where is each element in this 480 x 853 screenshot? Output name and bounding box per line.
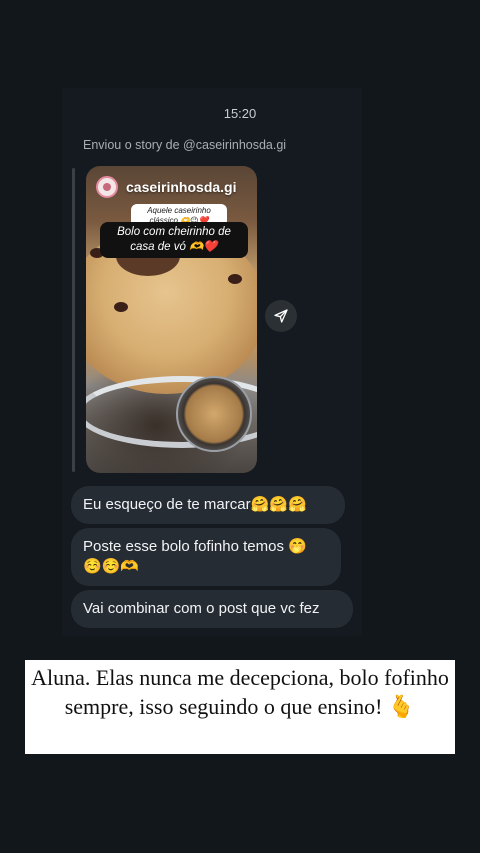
share-button[interactable] [265,300,297,332]
message-timestamp: 15:20 [223,106,257,121]
message-text: Poste esse bolo fofinho temos 🤭 ☺️☺️🫶 [83,538,307,575]
raisin [228,274,242,284]
shared-story-card[interactable]: caseirinhosda.gi Aquele caseirinho cláss… [86,166,257,473]
message-bubble[interactable]: Eu esqueço de te marcar🤗🤗🤗 [71,486,345,524]
overlay-caption: Aluna. Elas nunca me decepciona, bolo fo… [31,665,449,719]
reply-indicator-line [72,168,75,472]
message-bubble[interactable]: Vai combinar com o post que vc fez [71,590,353,628]
story-header[interactable]: caseirinhosda.gi [96,176,236,198]
message-bubble[interactable]: Poste esse bolo fofinho temos 🤭 ☺️☺️🫶 [71,528,341,586]
message-text: Vai combinar com o post que vc fez [83,600,320,617]
story-text-overlay: Aluna. Elas nunca me decepciona, bolo fo… [25,660,455,754]
story-sticker-big: Bolo com cheirinho de casa de vó 🫶❤️ [100,222,248,258]
story-username[interactable]: caseirinhosda.gi [126,179,236,195]
raisin [114,302,128,312]
message-text: Eu esqueço de te marcar🤗🤗🤗 [83,496,307,513]
avatar-dot [103,183,111,191]
cake-slice-inset-image [176,376,252,452]
story-reply-caption: Enviou o story de @caseirinhosda.gi [83,138,287,152]
send-paper-plane-icon [274,309,288,323]
profile-avatar-icon[interactable] [96,176,118,198]
